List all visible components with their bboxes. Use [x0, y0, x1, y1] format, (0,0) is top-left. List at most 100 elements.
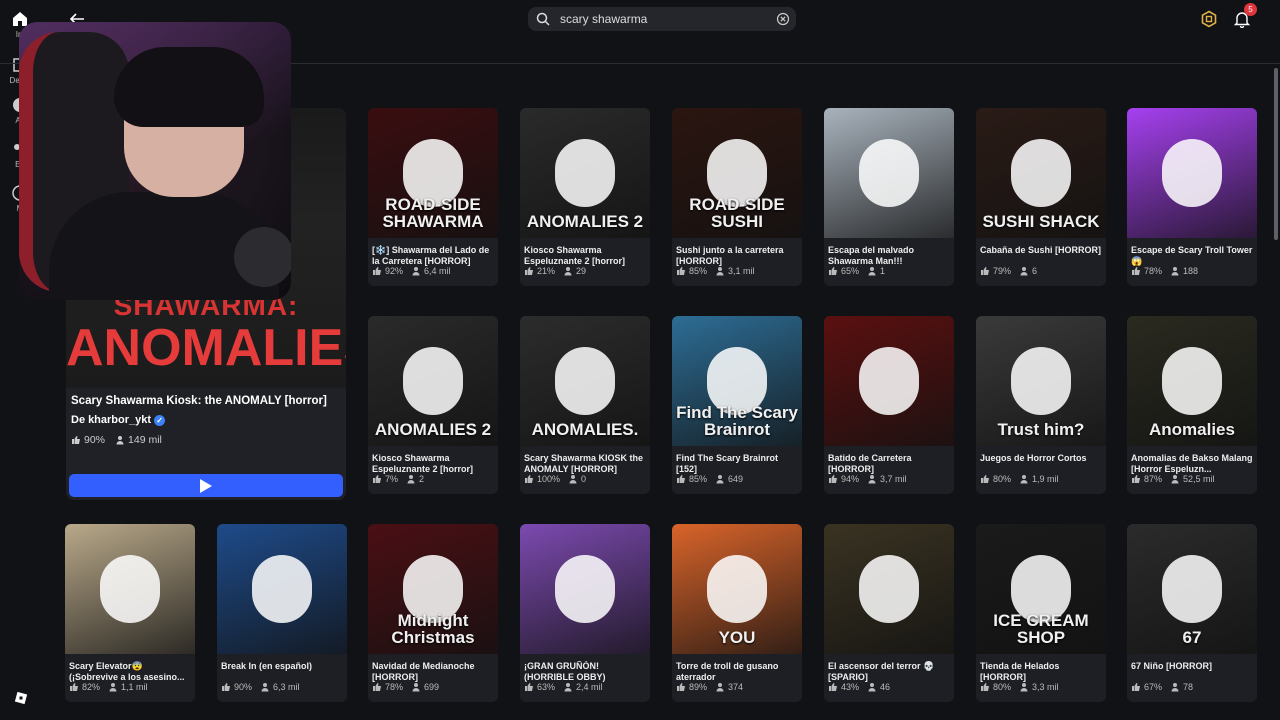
game-card[interactable]: Batido de Carretera [HORROR] 94% 3,7 mil — [824, 316, 954, 494]
game-thumbnail-caption: Find The Scary Brainrot — [676, 403, 798, 439]
game-rating: 85% — [676, 474, 707, 484]
game-players: 1,9 mil — [1019, 474, 1059, 484]
game-title[interactable]: ¡GRAN GRUÑÓN! (HORRIBLE OBBY) — [524, 661, 648, 683]
game-thumbnail[interactable]: Anomalies — [1127, 316, 1257, 446]
game-thumbnail[interactable]: ANOMALIES. — [520, 316, 650, 446]
game-thumbnail-caption: ANOMALIES 2 — [526, 212, 644, 231]
clear-search-icon[interactable] — [776, 12, 790, 26]
game-card[interactable]: Find The Scary Brainrot Find The Scary B… — [672, 316, 802, 494]
game-card[interactable]: Escape de Scary Troll Tower 😱 78% 188 — [1127, 108, 1257, 286]
robux-icon[interactable] — [1200, 10, 1218, 28]
game-title[interactable]: Cabaña de Sushi [HORROR] — [980, 245, 1104, 267]
players-icon — [1020, 683, 1028, 692]
game-title[interactable]: Torre de troll de gusano aterrador — [676, 661, 800, 683]
game-thumbnail[interactable]: YOU — [672, 524, 802, 654]
players-icon — [716, 475, 724, 484]
game-thumbnail[interactable] — [824, 316, 954, 446]
game-card[interactable]: Break In (en español) 90% 6,3 mil — [217, 524, 347, 702]
thumbs-up-icon — [829, 267, 837, 275]
game-card[interactable]: ROAD-SIDE SHAWARMA [❄️] Shawarma del Lad… — [368, 108, 498, 286]
game-rating: 43% — [828, 682, 859, 692]
players-icon — [868, 267, 876, 276]
thumbs-up-icon — [525, 475, 533, 483]
game-card[interactable]: Trust him? Juegos de Horror Cortos 80% 1… — [976, 316, 1106, 494]
game-thumbnail[interactable] — [1127, 108, 1257, 238]
game-card[interactable]: Anomalies Anomalias de Bakso Malang [Hor… — [1127, 316, 1257, 494]
game-thumbnail[interactable] — [824, 524, 954, 654]
game-thumbnail[interactable]: Find The Scary Brainrot — [672, 316, 802, 446]
game-players-value: 2,4 mil — [576, 682, 603, 692]
game-players: 0 — [568, 474, 586, 484]
game-title[interactable]: Scary Shawarma KIOSK the ANOMALY [HORROR… — [524, 453, 648, 475]
game-thumbnail-art — [100, 555, 160, 623]
game-title[interactable]: Navidad de Medianoche [HORROR] — [372, 661, 496, 683]
game-title[interactable]: Anomalias de Bakso Malang [Horror Espelu… — [1131, 453, 1255, 475]
game-title[interactable]: [❄️] Shawarma del Lado de la Carretera [… — [372, 245, 496, 267]
game-thumbnail-caption: Anomalies — [1149, 420, 1235, 439]
game-rating: 78% — [1131, 266, 1162, 276]
game-thumbnail[interactable]: Trust him? — [976, 316, 1106, 446]
game-thumbnail[interactable]: ROAD-SIDE SUSHI — [672, 108, 802, 238]
featured-creator[interactable]: De kharbor_ykt ✓ — [71, 414, 166, 426]
play-button[interactable] — [69, 474, 343, 497]
game-card[interactable]: Midnight Christmas Navidad de Medianoche… — [368, 524, 498, 702]
thumbs-up-icon — [829, 475, 837, 483]
game-thumbnail[interactable] — [65, 524, 195, 654]
game-title[interactable]: Juegos de Horror Cortos — [980, 453, 1104, 475]
game-title[interactable]: Kiosco Shawarma Espeluznante 2 [horror] — [524, 245, 648, 267]
game-card[interactable]: 67 67 Niño [HORROR] 67% 78 — [1127, 524, 1257, 702]
game-rating: 80% — [980, 474, 1011, 484]
game-thumbnail[interactable]: ICE CREAM SHOP — [976, 524, 1106, 654]
game-card[interactable]: El ascensor del terror 💀 [SPARIO] 43% 46 — [824, 524, 954, 702]
game-thumbnail[interactable] — [824, 108, 954, 238]
game-players-value: 52,5 mil — [1183, 474, 1215, 484]
search-input[interactable] — [560, 12, 774, 26]
game-thumbnail[interactable]: Midnight Christmas — [368, 524, 498, 654]
game-title[interactable]: El ascensor del terror 💀 [SPARIO] — [828, 661, 952, 683]
game-thumbnail[interactable] — [217, 524, 347, 654]
game-players: 6 — [1019, 266, 1037, 276]
game-title[interactable]: Escapa del malvado Shawarma Man!!! — [828, 245, 952, 267]
game-rating: 7% — [372, 474, 398, 484]
game-card[interactable]: ANOMALIES 2 Kiosco Shawarma Espeluznante… — [520, 108, 650, 286]
game-title[interactable]: Sushi junto a la carretera [HORROR] — [676, 245, 800, 267]
players-icon — [261, 683, 269, 692]
notification-badge: 5 — [1244, 3, 1257, 16]
game-card[interactable]: Scary Elevator😨 (¡Sobrevive a los asesin… — [65, 524, 195, 702]
game-title[interactable]: Kiosco Shawarma Espeluznante 2 [horror] — [372, 453, 496, 475]
game-players: 29 — [563, 266, 586, 276]
game-thumbnail-art — [859, 139, 919, 207]
game-rating-value: 78% — [1144, 266, 1163, 276]
thumbs-up-icon — [677, 475, 685, 483]
game-thumbnail[interactable]: ANOMALIES 2 — [368, 316, 498, 446]
game-title[interactable]: 67 Niño [HORROR] — [1131, 661, 1255, 683]
featured-game-title[interactable]: Scary Shawarma Kiosk: the ANOMALY [horro… — [71, 395, 341, 407]
game-title[interactable]: Find The Scary Brainrot [152] — [676, 453, 800, 475]
game-card[interactable]: ¡GRAN GRUÑÓN! (HORRIBLE OBBY) 63% 2,4 mi… — [520, 524, 650, 702]
game-title[interactable]: Batido de Carretera [HORROR] — [828, 453, 952, 475]
game-title[interactable]: Scary Elevator😨 (¡Sobrevive a los asesin… — [69, 661, 193, 683]
players-icon — [868, 683, 876, 692]
game-card[interactable]: Escapa del malvado Shawarma Man!!! 65% 1 — [824, 108, 954, 286]
game-title[interactable]: Tienda de Helados [HORROR] — [980, 661, 1104, 683]
game-card[interactable]: YOU Torre de troll de gusano aterrador 8… — [672, 524, 802, 702]
game-card[interactable]: ANOMALIES. Scary Shawarma KIOSK the ANOM… — [520, 316, 650, 494]
game-card[interactable]: ANOMALIES 2 Kiosco Shawarma Espeluznante… — [368, 316, 498, 494]
players-icon — [1020, 475, 1028, 484]
game-thumbnail[interactable]: ANOMALIES 2 — [520, 108, 650, 238]
game-title[interactable]: Escape de Scary Troll Tower 😱 — [1131, 245, 1255, 267]
game-card[interactable]: ROAD-SIDE SUSHI Sushi junto a la carrete… — [672, 108, 802, 286]
game-thumbnail[interactable]: ROAD-SIDE SHAWARMA — [368, 108, 498, 238]
game-thumbnail[interactable] — [520, 524, 650, 654]
search-bar[interactable] — [528, 7, 796, 31]
game-title[interactable]: Break In (en español) — [221, 661, 345, 683]
game-card[interactable]: ICE CREAM SHOP Tienda de Helados [HORROR… — [976, 524, 1106, 702]
creator-name[interactable]: kharbor_ykt — [88, 414, 151, 426]
players-icon — [1171, 475, 1179, 484]
scrollbar[interactable] — [1274, 68, 1278, 240]
players-icon — [868, 475, 876, 484]
game-card[interactable]: SUSHI SHACK Cabaña de Sushi [HORROR] 79%… — [976, 108, 1106, 286]
game-thumbnail[interactable]: 67 — [1127, 524, 1257, 654]
roblox-logo-icon[interactable] — [14, 691, 28, 705]
game-thumbnail[interactable]: SUSHI SHACK — [976, 108, 1106, 238]
